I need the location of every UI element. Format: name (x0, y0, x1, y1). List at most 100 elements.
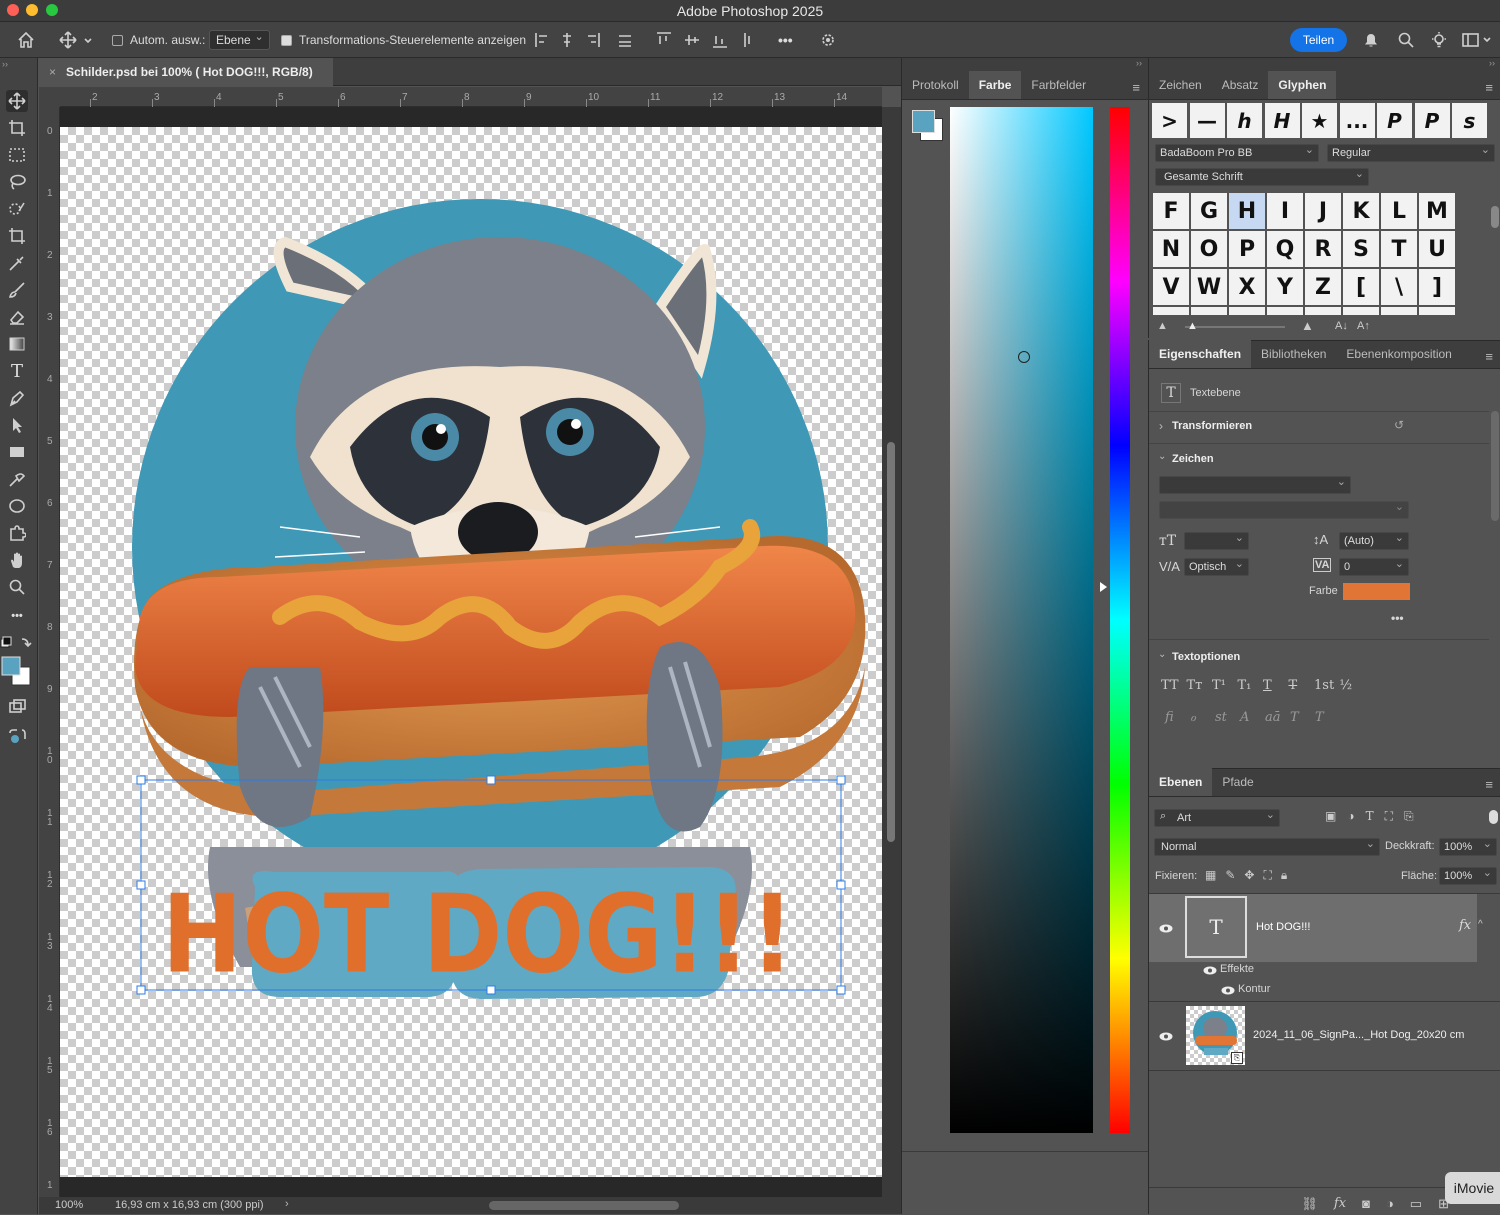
lock-position-icon[interactable]: ✥ (1244, 868, 1254, 884)
recent-glyph[interactable]: s (1452, 103, 1487, 138)
glyph-cell[interactable]: Z (1305, 269, 1341, 305)
layer-effects-fx-icon[interactable]: fx (1459, 918, 1471, 933)
ellipse-tool[interactable] (6, 495, 28, 517)
crop-tool[interactable] (6, 225, 28, 247)
recent-glyph[interactable]: — (1189, 103, 1225, 138)
color-swatches[interactable] (0, 636, 38, 688)
recent-glyph[interactable]: > (1152, 103, 1187, 138)
glyph-cell[interactable]: N (1153, 231, 1189, 267)
move-tool-preset[interactable] (58, 22, 92, 58)
quick-mask-button[interactable] (6, 696, 28, 718)
more-character-options-icon[interactable]: ••• (1391, 611, 1404, 625)
type-style-button[interactable]: T (1263, 678, 1272, 693)
vertical-ruler[interactable]: 0 1 2 3 4 5 6 7 8 9 10 11 12 13 14 15 16 1 (39, 107, 60, 1197)
collapse-panels-icon-right[interactable]: ›› (1149, 58, 1500, 72)
lock-all-icon[interactable]: 🔒︎ (1281, 868, 1287, 884)
transform-controls-checkbox[interactable]: Transformations-Steuerelemente anzeigen (281, 22, 526, 58)
filter-toggle[interactable] (1489, 810, 1498, 824)
shape-filter-icon[interactable]: ⛶ (1385, 809, 1393, 827)
eyedropper-tool[interactable] (6, 252, 28, 274)
layer-filter-select[interactable]: Art (1154, 808, 1280, 827)
recent-glyph[interactable]: H (1264, 103, 1300, 138)
tab-bibliotheken[interactable]: Bibliotheken (1251, 340, 1336, 368)
opentype-button[interactable]: T (1315, 710, 1324, 725)
glyph-cell[interactable]: K (1343, 193, 1379, 229)
type-filter-icon[interactable]: T (1366, 809, 1374, 827)
path-selection-tool[interactable] (6, 414, 28, 436)
image-layer-thumbnail[interactable]: ⎘ (1186, 1006, 1245, 1065)
glyph-cell-partial[interactable] (1153, 307, 1189, 315)
transform-chevron-icon[interactable]: › (1159, 419, 1163, 433)
opentype-button[interactable]: ℴ (1190, 710, 1196, 725)
add-mask-icon[interactable]: ◙ (1362, 1196, 1370, 1215)
fill-field[interactable]: 100% (1439, 866, 1497, 885)
hand-tool[interactable] (6, 549, 28, 571)
transform-controls-check[interactable] (281, 34, 292, 46)
decrease-glyph-icon[interactable]: A↓ (1335, 320, 1348, 332)
marquee-tool[interactable] (6, 144, 28, 166)
effects-label[interactable]: Effekte (1220, 963, 1254, 975)
visibility-eye-icon[interactable] (1159, 924, 1173, 933)
vertical-scrollbar[interactable] (882, 107, 901, 1197)
tab-pfade[interactable]: Pfade (1212, 768, 1263, 796)
opentype-button[interactable]: st (1215, 710, 1227, 725)
close-tab-icon[interactable]: × (49, 65, 56, 79)
tracking-field[interactable]: 0 (1339, 557, 1409, 576)
glyph-cell[interactable]: Y (1267, 269, 1303, 305)
glyph-cell[interactable]: ] (1419, 269, 1455, 305)
hue-slider-handle[interactable] (1100, 582, 1107, 592)
adjustment-filter-icon[interactable]: ◑ (1347, 809, 1354, 827)
glyph-cell[interactable]: R (1305, 231, 1341, 267)
leading-field[interactable]: (Auto) (1339, 531, 1409, 550)
glyph-cell[interactable]: W (1191, 269, 1227, 305)
tab-glyphen[interactable]: Glyphen (1268, 71, 1337, 99)
effects-visibility-eye-icon[interactable] (1203, 966, 1217, 975)
glyph-cell[interactable]: \ (1381, 269, 1417, 305)
character-chevron-icon[interactable]: ⌄ (1158, 451, 1166, 462)
layer-row-text[interactable]: T Hot DOG!!! fx (1149, 894, 1477, 962)
glyph-cell[interactable]: S (1343, 231, 1379, 267)
type-style-button[interactable]: Tт (1187, 678, 1203, 693)
font-family-select[interactable] (1159, 475, 1351, 494)
text-options-chevron-icon[interactable]: ⌄ (1158, 649, 1166, 660)
opentype-button[interactable]: fi (1165, 710, 1174, 725)
hand-brush-tool[interactable] (6, 468, 28, 490)
link-layers-icon[interactable]: ⛓ (1301, 1196, 1318, 1215)
edit-toolbar-button[interactable]: ••• (6, 605, 28, 627)
pixel-filter-icon[interactable]: ▣ (1325, 809, 1336, 827)
glyph-cell[interactable]: M (1419, 193, 1455, 229)
artboard-tool[interactable] (6, 117, 28, 139)
horizontal-scrollbar-thumb[interactable] (489, 1201, 679, 1210)
glyph-cell-partial[interactable] (1305, 307, 1341, 315)
increase-glyph-icon[interactable]: A↑ (1357, 320, 1370, 332)
recent-glyph[interactable]: P (1414, 103, 1450, 138)
properties-scrollbar[interactable] (1491, 411, 1499, 521)
glyph-cell-partial[interactable] (1191, 307, 1227, 315)
hue-slider[interactable] (1110, 107, 1130, 1133)
type-style-button[interactable]: T₁ (1238, 678, 1252, 693)
recent-glyph[interactable]: ... (1339, 103, 1375, 138)
smart-object-filter-icon[interactable]: ⎘ (1404, 809, 1414, 827)
settings-button[interactable] (819, 22, 837, 58)
collapse-panels-icon[interactable]: ›› (902, 58, 1148, 72)
collapse-effects-chevron-icon[interactable]: ^ (1478, 919, 1483, 930)
glyph-cell[interactable]: U (1419, 231, 1455, 267)
opentype-button[interactable]: A (1240, 710, 1249, 725)
custom-shape-tool[interactable] (6, 522, 28, 544)
glyph-cell-partial[interactable] (1229, 307, 1265, 315)
font-style-select[interactable] (1159, 500, 1409, 519)
color-picker-marker[interactable] (1018, 351, 1030, 363)
tab-eigenschaften[interactable]: Eigenschaften (1149, 340, 1252, 368)
glyph-cell[interactable]: V (1153, 269, 1189, 305)
glyph-cell[interactable]: G (1191, 193, 1227, 229)
workspace-button[interactable] (1461, 22, 1491, 58)
type-style-button[interactable]: TT (1161, 678, 1179, 693)
text-options-section-toggle[interactable]: Textoptionen (1172, 651, 1240, 663)
lasso-tool[interactable] (6, 171, 28, 193)
brush-tool[interactable] (6, 279, 28, 301)
opentype-button[interactable]: aā (1265, 710, 1281, 725)
text-layer-thumbnail[interactable]: T (1185, 896, 1247, 958)
notifications-button[interactable] (1362, 22, 1380, 58)
glyph-cell[interactable]: H (1229, 193, 1265, 229)
new-group-icon[interactable]: ▭ (1410, 1196, 1422, 1215)
